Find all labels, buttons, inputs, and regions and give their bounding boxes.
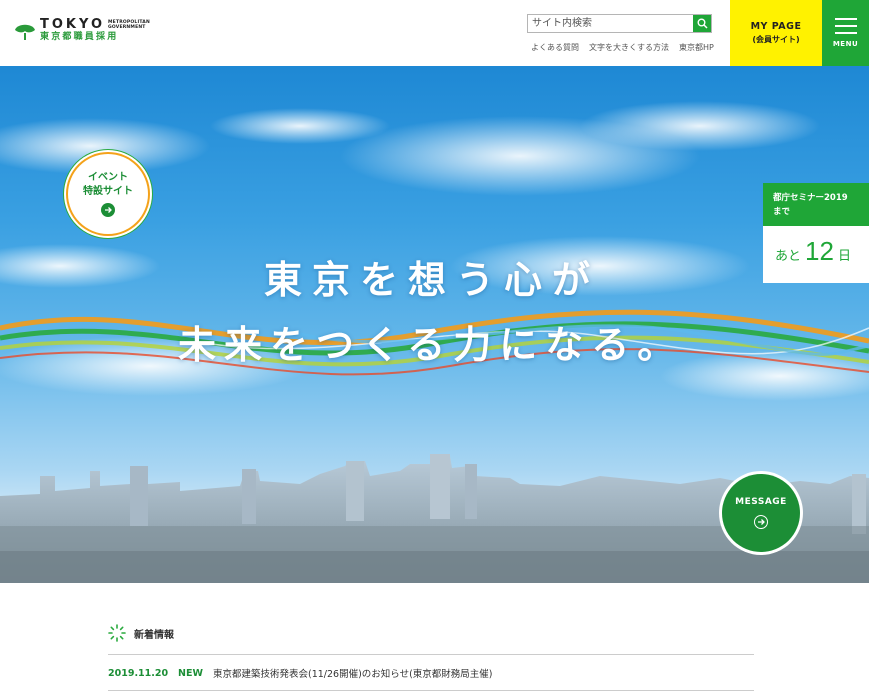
utility-links: よくある質問 文字を大きくする方法 東京都HP: [531, 42, 714, 53]
ginkgo-leaf-icon: [15, 24, 35, 40]
mypage-button[interactable]: MY PAGE (会員サイト): [730, 0, 822, 66]
mypage-title: MY PAGE: [750, 21, 802, 32]
hero-catchcopy-line2: 未来をつくる力になる。: [178, 323, 684, 367]
countdown-title-suffix: まで: [773, 207, 791, 217]
news-item-date: 2019.11.20: [108, 667, 169, 679]
text-size-link[interactable]: 文字を大きくする方法: [589, 42, 669, 53]
search-button[interactable]: [693, 15, 711, 32]
faq-link[interactable]: よくある質問: [531, 42, 579, 53]
sunburst-icon: [108, 624, 126, 642]
logo-japanese-text: 東京都職員採用: [40, 32, 119, 42]
message-button[interactable]: MESSAGE: [722, 474, 800, 552]
mypage-subtitle: (会員サイト): [752, 35, 800, 44]
site-search: [527, 14, 712, 33]
menu-label: MENU: [832, 40, 859, 48]
logo-tokyo-text: TOKYO: [40, 17, 105, 32]
news-section: 新着情報 2019.11.20 NEW 東京都建築技術発表会(11/26開催)の…: [108, 624, 754, 691]
search-icon: [697, 18, 708, 29]
arrow-right-icon: [754, 515, 768, 529]
menu-button[interactable]: MENU: [822, 0, 869, 66]
hero-visual: イベント 特設サイト 都庁セミナー2019 まで あと 12 日 東京を想う心が…: [0, 66, 869, 583]
hamburger-icon: [834, 18, 857, 34]
news-item-new-badge: NEW: [178, 667, 203, 679]
event-site-badge[interactable]: イベント 特設サイト: [68, 154, 148, 234]
event-badge-line1: イベント: [88, 172, 128, 183]
arrow-right-icon: [101, 203, 115, 217]
logo-government-text: GOVERNMENT: [108, 24, 146, 30]
news-item-link[interactable]: 東京都建築技術発表会(11/26開催)のお知らせ(東京都財務局主催): [213, 666, 493, 680]
hero-catchcopy-line1: 東京を想う心が: [264, 258, 601, 302]
news-item[interactable]: 2019.11.20 NEW 東京都建築技術発表会(11/26開催)のお知らせ(…: [108, 666, 754, 681]
news-title: 新着情報: [134, 629, 174, 641]
site-logo[interactable]: TOKYO METROPOLITAN GOVERNMENT 東京都職員採用: [14, 18, 150, 43]
countdown-title: 都庁セミナー2019: [773, 193, 848, 203]
news-divider: [108, 654, 754, 655]
message-label: MESSAGE: [735, 497, 787, 507]
search-input[interactable]: [528, 15, 693, 32]
site-header: TOKYO METROPOLITAN GOVERNMENT 東京都職員採用 よく…: [0, 0, 869, 66]
tokyo-hp-link[interactable]: 東京都HP: [679, 42, 714, 53]
event-badge-line2: 特設サイト: [83, 186, 133, 197]
news-divider: [108, 690, 754, 691]
